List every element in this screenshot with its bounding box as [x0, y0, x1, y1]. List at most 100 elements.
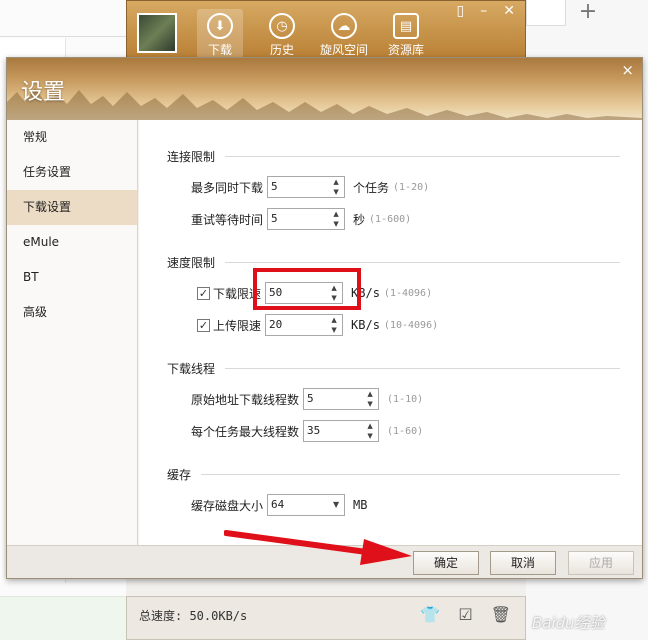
upload-limit-range: (10-4096)	[383, 319, 439, 331]
shirt-icon[interactable]: 👕	[420, 605, 440, 624]
dialog-header: 设置 ×	[7, 58, 642, 120]
origin-threads-range: (1-10)	[387, 393, 424, 405]
per-task-threads-stepper[interactable]: 35 ▲ ▼	[303, 420, 380, 442]
down-arrow-icon[interactable]: ▼	[362, 399, 378, 409]
retry-range: (1-600)	[369, 213, 412, 225]
sidebar-item-general[interactable]: 常规	[7, 120, 137, 155]
chevron-down-icon[interactable]: ▼	[328, 495, 344, 515]
watermark: Baidu经验	[532, 614, 605, 632]
upload-limit-value[interactable]: 20	[266, 315, 326, 335]
origin-threads-label: 原始地址下载线程数	[191, 392, 300, 407]
upload-limit-stepper[interactable]: 20 ▲ ▼	[265, 314, 344, 336]
up-arrow-icon[interactable]: ▲	[326, 315, 342, 325]
settings-content: 连接限制 最多同时下载 5 ▲ ▼ 个任务 (1-20) 重试等待时间 5 ▲ ▼ …	[139, 120, 642, 545]
divider	[225, 262, 620, 263]
status-tools: 👕 ☑ 🗑	[420, 605, 511, 624]
down-arrow-icon[interactable]: ▼	[328, 219, 344, 229]
nav-download[interactable]: ⬇ 下载	[197, 9, 243, 59]
up-arrow-icon[interactable]: ▲	[328, 177, 344, 187]
cache-size-select[interactable]: 64 ▼	[267, 494, 346, 516]
close-icon[interactable]: ×	[621, 61, 634, 79]
origin-threads-value[interactable]: 5	[304, 389, 362, 409]
section-title-connection: 连接限制	[167, 150, 216, 164]
settings-sidebar: 常规 任务设置 下载设置 eMule BT 高级	[7, 120, 138, 545]
origin-threads-row: 原始地址下载线程数 5 ▲ ▼ (1-10)	[191, 388, 423, 410]
retry-value[interactable]: 5	[268, 209, 328, 229]
upload-limit-unit: KB/s	[351, 318, 380, 332]
section-title-threads: 下载线程	[167, 362, 216, 376]
new-tab-plus-icon[interactable]: +	[578, 0, 598, 24]
download-limit-range: (1-4096)	[383, 287, 433, 299]
apply-button[interactable]: 应用	[568, 551, 634, 575]
max-tasks-value[interactable]: 5	[268, 177, 328, 197]
per-task-threads-range: (1-60)	[387, 425, 424, 437]
library-icon: ▤	[393, 13, 419, 39]
sidebar-item-bt[interactable]: BT	[7, 260, 137, 295]
sidebar-item-emule[interactable]: eMule	[7, 225, 137, 260]
skin-icon[interactable]: ▯	[457, 3, 465, 19]
max-tasks-stepper[interactable]: 5 ▲ ▼	[267, 176, 346, 198]
sidebar-item-task[interactable]: 任务设置	[7, 155, 137, 190]
divider	[0, 36, 126, 37]
cancel-button[interactable]: 取消	[490, 551, 556, 575]
divider	[201, 474, 620, 475]
retry-label: 重试等待时间	[191, 212, 264, 227]
checklist-icon[interactable]: ☑	[458, 605, 472, 624]
nav-library[interactable]: ▤ 资源库	[377, 9, 435, 59]
nav-label: 下载	[207, 43, 232, 57]
divider	[225, 156, 620, 157]
down-arrow-icon[interactable]: ▼	[328, 187, 344, 197]
per-task-threads-label: 每个任务最大线程数	[191, 424, 300, 439]
down-arrow-icon[interactable]: ▼	[362, 431, 378, 441]
section-title-speed: 速度限制	[167, 256, 216, 270]
nav-label: 旋风空间	[319, 43, 368, 57]
max-tasks-label: 最多同时下载	[191, 180, 264, 195]
retry-stepper[interactable]: 5 ▲ ▼	[267, 208, 346, 230]
up-arrow-icon[interactable]: ▲	[362, 389, 378, 399]
main-window-statusbar: 总速度: 50.0KB/s 👕 ☑ 🗑	[126, 596, 526, 640]
history-icon: ◷	[269, 13, 295, 39]
cache-size-value[interactable]: 64	[268, 495, 328, 515]
upload-limit-checkbox[interactable]: ✓	[197, 318, 210, 332]
download-limit-checkbox[interactable]: ✓	[197, 286, 210, 300]
highlight-box	[253, 268, 361, 310]
trash-icon[interactable]: 🗑	[491, 605, 511, 624]
nav-cloud[interactable]: ☁ 旋风空间	[311, 9, 377, 59]
up-arrow-icon[interactable]: ▲	[362, 421, 378, 431]
main-nav: ⬇ 下载 ◷ 历史 ☁ 旋风空间 ▤ 资源库	[197, 9, 435, 59]
cache-size-label: 缓存磁盘大小	[191, 498, 264, 513]
down-arrow-icon[interactable]: ▼	[326, 325, 342, 335]
minimize-icon[interactable]: –	[480, 3, 487, 19]
max-tasks-unit: 个任务	[353, 180, 390, 195]
settings-dialog: 设置 × 常规 任务设置 下载设置 eMule BT 高级 连接限制 最多同时下…	[6, 57, 643, 579]
per-task-threads-row: 每个任务最大线程数 35 ▲ ▼ (1-60)	[191, 420, 423, 442]
up-arrow-icon[interactable]: ▲	[328, 209, 344, 219]
origin-threads-stepper[interactable]: 5 ▲ ▼	[303, 388, 380, 410]
retry-unit: 秒	[353, 212, 366, 227]
dialog-title: 设置	[21, 80, 66, 105]
cache-size-unit: MB	[353, 498, 368, 512]
arrow-icon	[224, 530, 412, 565]
close-icon[interactable]: ✕	[503, 3, 515, 19]
background-bottom-left	[0, 596, 126, 640]
cloud-icon: ☁	[331, 13, 357, 39]
forest-banner	[7, 88, 642, 120]
window-controls: ▯ – ✕	[457, 3, 515, 19]
divider	[225, 368, 620, 369]
cache-size-row: 缓存磁盘大小 64 ▼ MB	[191, 494, 367, 516]
per-task-threads-value[interactable]: 35	[304, 421, 362, 441]
browser-tab[interactable]	[526, 0, 566, 26]
section-title-cache: 缓存	[167, 468, 192, 482]
avatar[interactable]	[137, 13, 177, 53]
upload-limit-label: 上传限速	[213, 318, 262, 333]
sidebar-item-advanced[interactable]: 高级	[7, 295, 137, 330]
ok-button[interactable]: 确定	[413, 551, 479, 575]
max-tasks-range: (1-20)	[393, 181, 430, 193]
retry-row: 重试等待时间 5 ▲ ▼ 秒 (1-600)	[191, 208, 411, 230]
nav-history[interactable]: ◷ 历史	[253, 9, 311, 59]
max-tasks-row: 最多同时下载 5 ▲ ▼ 个任务 (1-20)	[191, 176, 429, 198]
sidebar-item-download[interactable]: 下载设置	[7, 190, 137, 225]
total-speed: 总速度: 50.0KB/s	[139, 609, 248, 623]
main-window-header: ⬇ 下载 ◷ 历史 ☁ 旋风空间 ▤ 资源库 ▯ – ✕	[126, 0, 526, 60]
upload-limit-row: ✓ 上传限速 20 ▲ ▼ KB/s (10-4096)	[197, 314, 438, 336]
